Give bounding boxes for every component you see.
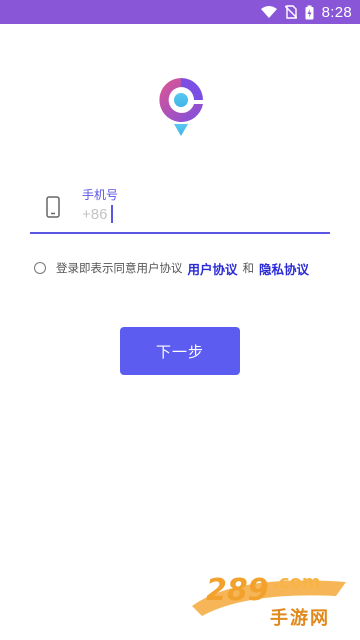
agreement-and: 和 [242,261,255,275]
user-agreement-link[interactable]: 用户协议 [188,259,238,278]
svg-text:.com: .com [272,572,321,593]
no-sim-icon [284,5,297,19]
agreement-text: 登录即表示同意用户协议 [56,261,183,275]
phone-input-row: 手机号 [30,182,330,234]
phone-underline [30,232,330,234]
phone-label: 手机号 [82,188,119,202]
privacy-policy-link[interactable]: 隐私协议 [259,259,309,278]
text-caret [111,205,113,223]
wifi-icon [260,6,277,18]
phone-field[interactable] [80,203,310,225]
status-time: 8:28 [321,3,352,21]
agreement-row: 登录即表示同意用户协议 用户协议 和 隐私协议 [34,258,314,278]
app-logo [154,74,208,140]
status-bar: 8:28 [0,0,360,24]
battery-charging-icon [305,5,314,20]
phone-icon [46,196,60,218]
watermark-text: 手游网 [270,608,330,629]
site-watermark: 289 .com 手游网 [186,556,356,632]
agree-radio[interactable] [34,262,46,274]
svg-text:289: 289 [206,573,269,608]
next-button[interactable]: 下一步 [120,327,240,375]
